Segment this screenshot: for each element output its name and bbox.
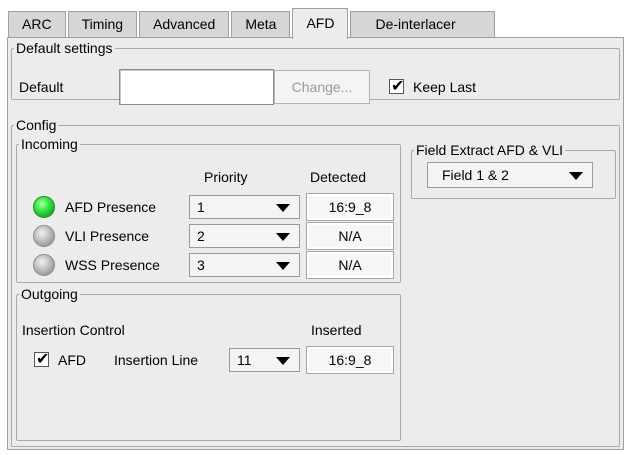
default-label: Default [19,79,64,95]
inserted-header: Inserted [311,322,362,338]
insertion-line-value: 11 [237,352,252,368]
wss-priority-value: 3 [197,257,205,273]
vli-presence-led [33,225,55,247]
default-field[interactable] [119,69,274,105]
afd-priority-select[interactable]: 1 [189,195,300,219]
vli-detected-value: N/A [306,222,394,250]
afd-presence-label: AFD Presence [65,199,157,215]
inserted-value: 16:9_8 [306,346,394,374]
tab-meta[interactable]: Meta [231,11,291,38]
change-button[interactable]: Change... [274,70,370,104]
wss-priority-select[interactable]: 3 [189,253,300,277]
keep-last-checkbox[interactable]: ✔ [389,76,405,95]
chevron-down-icon [276,204,290,212]
tab-afd[interactable]: AFD [292,8,349,39]
afd-panel: Default settings Default Change... ✔ Kee… [7,37,624,450]
insertion-line-label: Insertion Line [114,352,199,368]
afd-insertion-label: AFD [58,352,86,368]
wss-presence-label: WSS Presence [65,257,160,273]
priority-header: Priority [204,169,248,185]
keep-last-label: Keep Last [413,79,477,95]
wss-detected-value: N/A [306,251,394,279]
afd-priority-value: 1 [197,199,205,215]
afd-detected-value: 16:9_8 [306,193,394,221]
detected-header: Detected [310,169,367,185]
wss-presence-led [33,254,55,276]
field-extract-value: Field 1 & 2 [442,167,509,183]
vli-priority-value: 2 [197,228,205,244]
checkmark-icon: ✔ [391,76,405,95]
tab-bar: ARC Timing Advanced Meta AFD De-interlac… [8,7,497,39]
insertion-line-select[interactable]: 11 [229,348,300,372]
field-extract-legend: Field Extract AFD & VLI [416,142,564,158]
tab-de-interlacer[interactable]: De-interlacer [350,11,495,38]
afd-presence-led [33,196,55,218]
chevron-down-icon [569,172,583,180]
tab-timing[interactable]: Timing [67,11,138,38]
chevron-down-icon [276,233,290,241]
vli-priority-select[interactable]: 2 [189,224,300,248]
tab-arc[interactable]: ARC [8,11,66,38]
insertion-control-label: Insertion Control [22,322,125,338]
afd-insertion-checkbox[interactable]: ✔ [34,349,50,368]
config-legend: Config [16,117,57,133]
outgoing-legend: Outgoing [21,286,78,302]
chevron-down-icon [276,262,290,270]
checkmark-icon: ✔ [36,349,50,368]
tab-advanced[interactable]: Advanced [139,11,230,38]
field-extract-select[interactable]: Field 1 & 2 [427,162,593,188]
vli-presence-label: VLI Presence [65,228,150,244]
chevron-down-icon [276,357,290,365]
default-settings-legend: Default settings [16,40,113,56]
incoming-legend: Incoming [21,136,78,152]
